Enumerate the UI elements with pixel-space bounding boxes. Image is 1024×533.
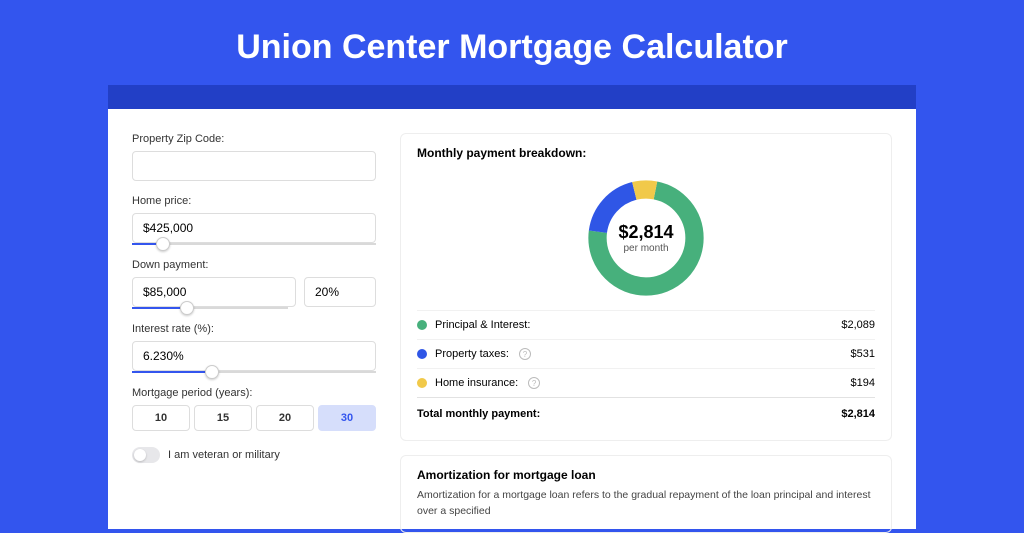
period-30[interactable]: 30 bbox=[318, 405, 376, 431]
veteran-row: I am veteran or military bbox=[132, 447, 376, 463]
interest-input[interactable] bbox=[132, 341, 376, 371]
right-panel: Monthly payment breakdown: $2,814 per mo… bbox=[400, 133, 892, 529]
legend-label: Property taxes: bbox=[435, 348, 509, 360]
info-icon[interactable]: ? bbox=[519, 348, 531, 360]
interest-block: Interest rate (%): bbox=[132, 323, 376, 373]
down-payment-slider[interactable] bbox=[132, 307, 288, 309]
calculator-card: Property Zip Code: Home price: Down paym… bbox=[108, 109, 916, 529]
dot-icon bbox=[417, 349, 427, 359]
zip-input[interactable] bbox=[132, 151, 376, 181]
home-price-block: Home price: bbox=[132, 195, 376, 245]
donut-wrap: $2,814 per month bbox=[417, 166, 875, 310]
period-10[interactable]: 10 bbox=[132, 405, 190, 431]
legend-taxes: Property taxes: ? $531 bbox=[417, 339, 875, 368]
donut-center: $2,814 per month bbox=[582, 174, 710, 302]
down-payment-pct-input[interactable] bbox=[304, 277, 376, 307]
form-panel: Property Zip Code: Home price: Down paym… bbox=[132, 133, 376, 529]
legend-value: $531 bbox=[851, 348, 875, 360]
period-label: Mortgage period (years): bbox=[132, 387, 376, 399]
period-20[interactable]: 20 bbox=[256, 405, 314, 431]
legend-label: Home insurance: bbox=[435, 377, 518, 389]
interest-slider[interactable] bbox=[132, 371, 376, 373]
page-title: Union Center Mortgage Calculator bbox=[0, 0, 1024, 85]
legend-label: Principal & Interest: bbox=[435, 319, 530, 331]
home-price-label: Home price: bbox=[132, 195, 376, 207]
donut-sub: per month bbox=[623, 243, 668, 254]
amortization-section: Amortization for mortgage loan Amortizat… bbox=[400, 455, 892, 533]
legend-value: $2,089 bbox=[841, 319, 875, 331]
legend-insurance: Home insurance: ? $194 bbox=[417, 368, 875, 397]
interest-label: Interest rate (%): bbox=[132, 323, 376, 335]
total-value: $2,814 bbox=[841, 408, 875, 420]
legend-value: $194 bbox=[851, 377, 875, 389]
slider-thumb[interactable] bbox=[205, 365, 219, 379]
period-row: 10 15 20 30 bbox=[132, 405, 376, 431]
veteran-label: I am veteran or military bbox=[168, 449, 280, 461]
amortization-text: Amortization for a mortgage loan refers … bbox=[417, 488, 875, 520]
breakdown-section: Monthly payment breakdown: $2,814 per mo… bbox=[400, 133, 892, 441]
zip-block: Property Zip Code: bbox=[132, 133, 376, 181]
donut-amount: $2,814 bbox=[618, 222, 673, 243]
veteran-toggle[interactable] bbox=[132, 447, 160, 463]
dot-icon bbox=[417, 320, 427, 330]
dot-icon bbox=[417, 378, 427, 388]
info-icon[interactable]: ? bbox=[528, 377, 540, 389]
total-label: Total monthly payment: bbox=[417, 408, 540, 420]
down-payment-input[interactable] bbox=[132, 277, 296, 307]
slider-thumb[interactable] bbox=[156, 237, 170, 251]
down-payment-block: Down payment: bbox=[132, 259, 376, 309]
legend-principal: Principal & Interest: $2,089 bbox=[417, 310, 875, 339]
home-price-slider[interactable] bbox=[132, 243, 376, 245]
legend-total: Total monthly payment: $2,814 bbox=[417, 397, 875, 428]
slider-thumb[interactable] bbox=[180, 301, 194, 315]
breakdown-title: Monthly payment breakdown: bbox=[417, 146, 875, 160]
zip-label: Property Zip Code: bbox=[132, 133, 376, 145]
header-darkbar bbox=[108, 85, 916, 109]
period-block: Mortgage period (years): 10 15 20 30 bbox=[132, 387, 376, 431]
donut-chart: $2,814 per month bbox=[582, 174, 710, 302]
amortization-title: Amortization for mortgage loan bbox=[417, 468, 875, 482]
home-price-input[interactable] bbox=[132, 213, 376, 243]
period-15[interactable]: 15 bbox=[194, 405, 252, 431]
down-payment-label: Down payment: bbox=[132, 259, 376, 271]
